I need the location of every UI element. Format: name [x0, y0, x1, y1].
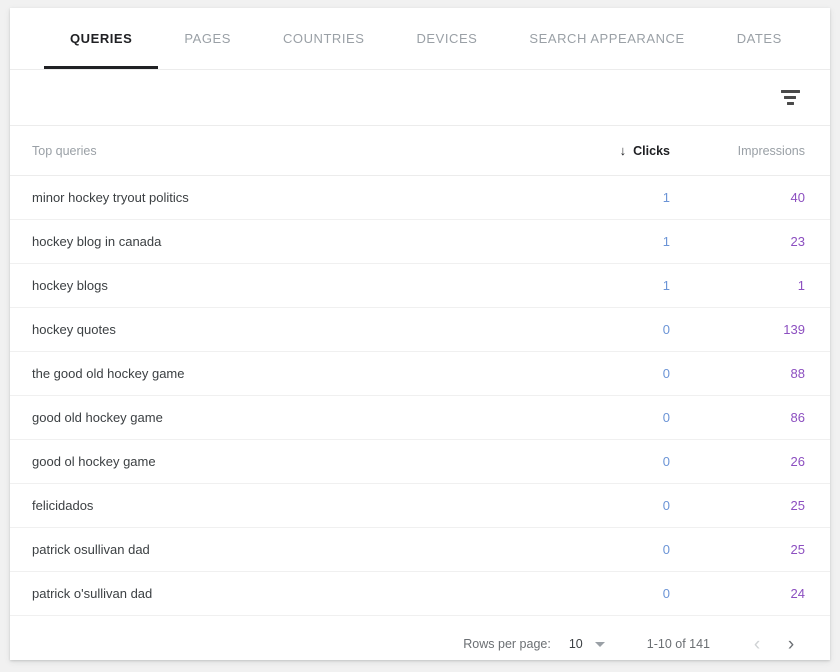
tab-pages[interactable]: PAGES: [158, 8, 257, 69]
column-header-clicks-label: Clicks: [633, 144, 670, 158]
cell-clicks: 1: [530, 278, 680, 293]
table-row[interactable]: hockey blog in canada123: [10, 220, 830, 264]
table-row[interactable]: patrick osullivan dad025: [10, 528, 830, 572]
cell-query: hockey quotes: [10, 322, 530, 337]
cell-query: the good old hockey game: [10, 366, 530, 381]
cell-impressions: 88: [680, 366, 830, 381]
cell-query: good old hockey game: [10, 410, 530, 425]
cell-impressions: 24: [680, 586, 830, 601]
tab-queries[interactable]: QUERIES: [44, 8, 158, 69]
table-row[interactable]: felicidados025: [10, 484, 830, 528]
column-header-top-queries[interactable]: Top queries: [10, 144, 530, 158]
tab-countries[interactable]: COUNTRIES: [257, 8, 391, 69]
filter-icon[interactable]: [776, 84, 804, 112]
search-analytics-card: QUERIESPAGESCOUNTRIESDEVICESSEARCH APPEA…: [10, 8, 830, 660]
table-row[interactable]: patrick o'sullivan dad024: [10, 572, 830, 616]
cell-impressions: 1: [680, 278, 830, 293]
column-header-impressions[interactable]: Impressions: [680, 144, 830, 158]
cell-query: patrick o'sullivan dad: [10, 586, 530, 601]
column-header-clicks[interactable]: ↓ Clicks: [530, 144, 680, 158]
cell-impressions: 25: [680, 498, 830, 513]
queries-table: Top queries ↓ Clicks Impressions minor h…: [10, 126, 830, 616]
table-row[interactable]: good old hockey game086: [10, 396, 830, 440]
filter-bar-top: [781, 90, 800, 93]
cell-query: patrick osullivan dad: [10, 542, 530, 557]
cell-clicks: 0: [530, 542, 680, 557]
cell-query: good ol hockey game: [10, 454, 530, 469]
cell-impressions: 86: [680, 410, 830, 425]
cell-query: minor hockey tryout politics: [10, 190, 530, 205]
chevron-down-icon: [595, 642, 605, 647]
cell-query: hockey blogs: [10, 278, 530, 293]
rows-per-page-value: 10: [569, 637, 583, 651]
previous-page-button[interactable]: ‹: [740, 627, 774, 661]
cell-clicks: 0: [530, 410, 680, 425]
cell-impressions: 26: [680, 454, 830, 469]
tab-bar: QUERIESPAGESCOUNTRIESDEVICESSEARCH APPEA…: [10, 8, 830, 70]
table-toolbar: [10, 70, 830, 126]
cell-impressions: 139: [680, 322, 830, 337]
filter-bar-middle: [784, 96, 796, 99]
cell-clicks: 0: [530, 322, 680, 337]
cell-impressions: 23: [680, 234, 830, 249]
cell-clicks: 1: [530, 190, 680, 205]
tab-dates[interactable]: DATES: [711, 8, 808, 69]
table-header-row: Top queries ↓ Clicks Impressions: [10, 126, 830, 176]
table-row[interactable]: the good old hockey game088: [10, 352, 830, 396]
cell-clicks: 0: [530, 454, 680, 469]
sort-descending-icon: ↓: [620, 144, 627, 157]
cell-clicks: 1: [530, 234, 680, 249]
cell-impressions: 25: [680, 542, 830, 557]
cell-query: felicidados: [10, 498, 530, 513]
table-row[interactable]: minor hockey tryout politics140: [10, 176, 830, 220]
cell-query: hockey blog in canada: [10, 234, 530, 249]
table-row[interactable]: hockey quotes0139: [10, 308, 830, 352]
cell-clicks: 0: [530, 366, 680, 381]
filter-bar-bottom: [787, 102, 794, 105]
rows-per-page-label: Rows per page:: [463, 637, 551, 651]
table-row[interactable]: hockey blogs11: [10, 264, 830, 308]
cell-clicks: 0: [530, 586, 680, 601]
rows-per-page-select[interactable]: 10: [569, 637, 605, 651]
pagination-range: 1-10 of 141: [647, 637, 710, 651]
table-row[interactable]: good ol hockey game026: [10, 440, 830, 484]
tab-search-appearance[interactable]: SEARCH APPEARANCE: [503, 8, 710, 69]
table-pagination: Rows per page: 10 1-10 of 141 ‹ ›: [10, 616, 830, 672]
cell-impressions: 40: [680, 190, 830, 205]
next-page-button[interactable]: ›: [774, 627, 808, 661]
tab-devices[interactable]: DEVICES: [390, 8, 503, 69]
cell-clicks: 0: [530, 498, 680, 513]
